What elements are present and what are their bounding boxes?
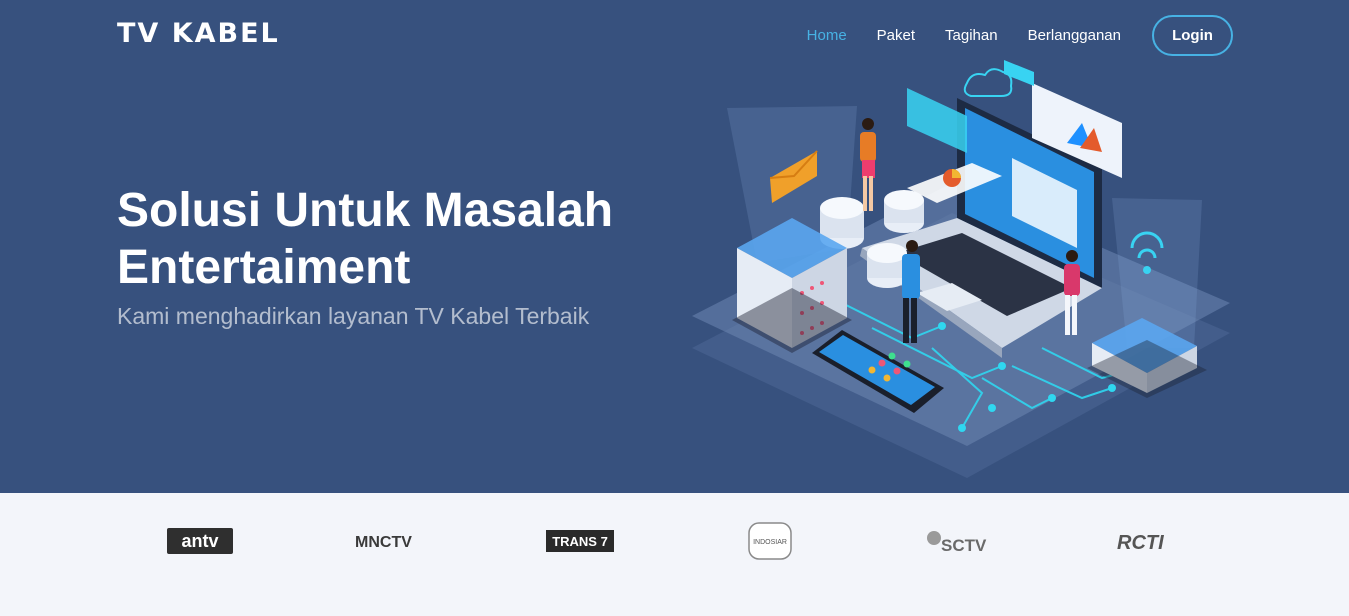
hero-title-line-1: Solusi Untuk Masalah <box>117 184 614 237</box>
client-logo-sctv: SCTV <box>925 524 991 558</box>
nav-home[interactable]: Home <box>807 27 847 44</box>
client-logo-mnctv-text: MNCTV <box>355 534 412 551</box>
client-logo-trans7-text: TRANS 7 <box>552 534 608 549</box>
client-logo-trans7: TRANS 7 <box>546 524 614 558</box>
hero-title: Solusi Untuk Masalah Entertaiment <box>117 182 677 296</box>
hero-section: TV KABEL Home Paket Tagihan Berlangganan… <box>0 0 1349 493</box>
nav-berlangganan[interactable]: Berlangganan <box>1028 27 1121 44</box>
client-logo-rcti-text: RCTI <box>1117 532 1164 552</box>
brand-logo[interactable]: TV KABEL <box>117 18 280 49</box>
client-logo-sctv-text: SCTV <box>941 536 987 554</box>
client-logo-antv: antv <box>167 524 233 558</box>
client-logo-mnctv: MNCTV <box>355 524 425 558</box>
person-woman-top <box>860 118 876 211</box>
nav-tagihan[interactable]: Tagihan <box>945 27 998 44</box>
nav-paket[interactable]: Paket <box>877 27 915 44</box>
hero-title-line-2: Entertaiment <box>117 241 411 294</box>
client-logo-indosiar-text: INDOSIAR <box>753 539 787 546</box>
client-logo-rcti: RCTI <box>1115 524 1185 558</box>
hero-illustration <box>692 60 1230 478</box>
client-logo-indosiar: INDOSIAR <box>748 522 792 560</box>
hero-subtitle: Kami menghadirkan layanan TV Kabel Terba… <box>117 303 590 329</box>
client-logo-antv-text: antv <box>181 531 218 551</box>
